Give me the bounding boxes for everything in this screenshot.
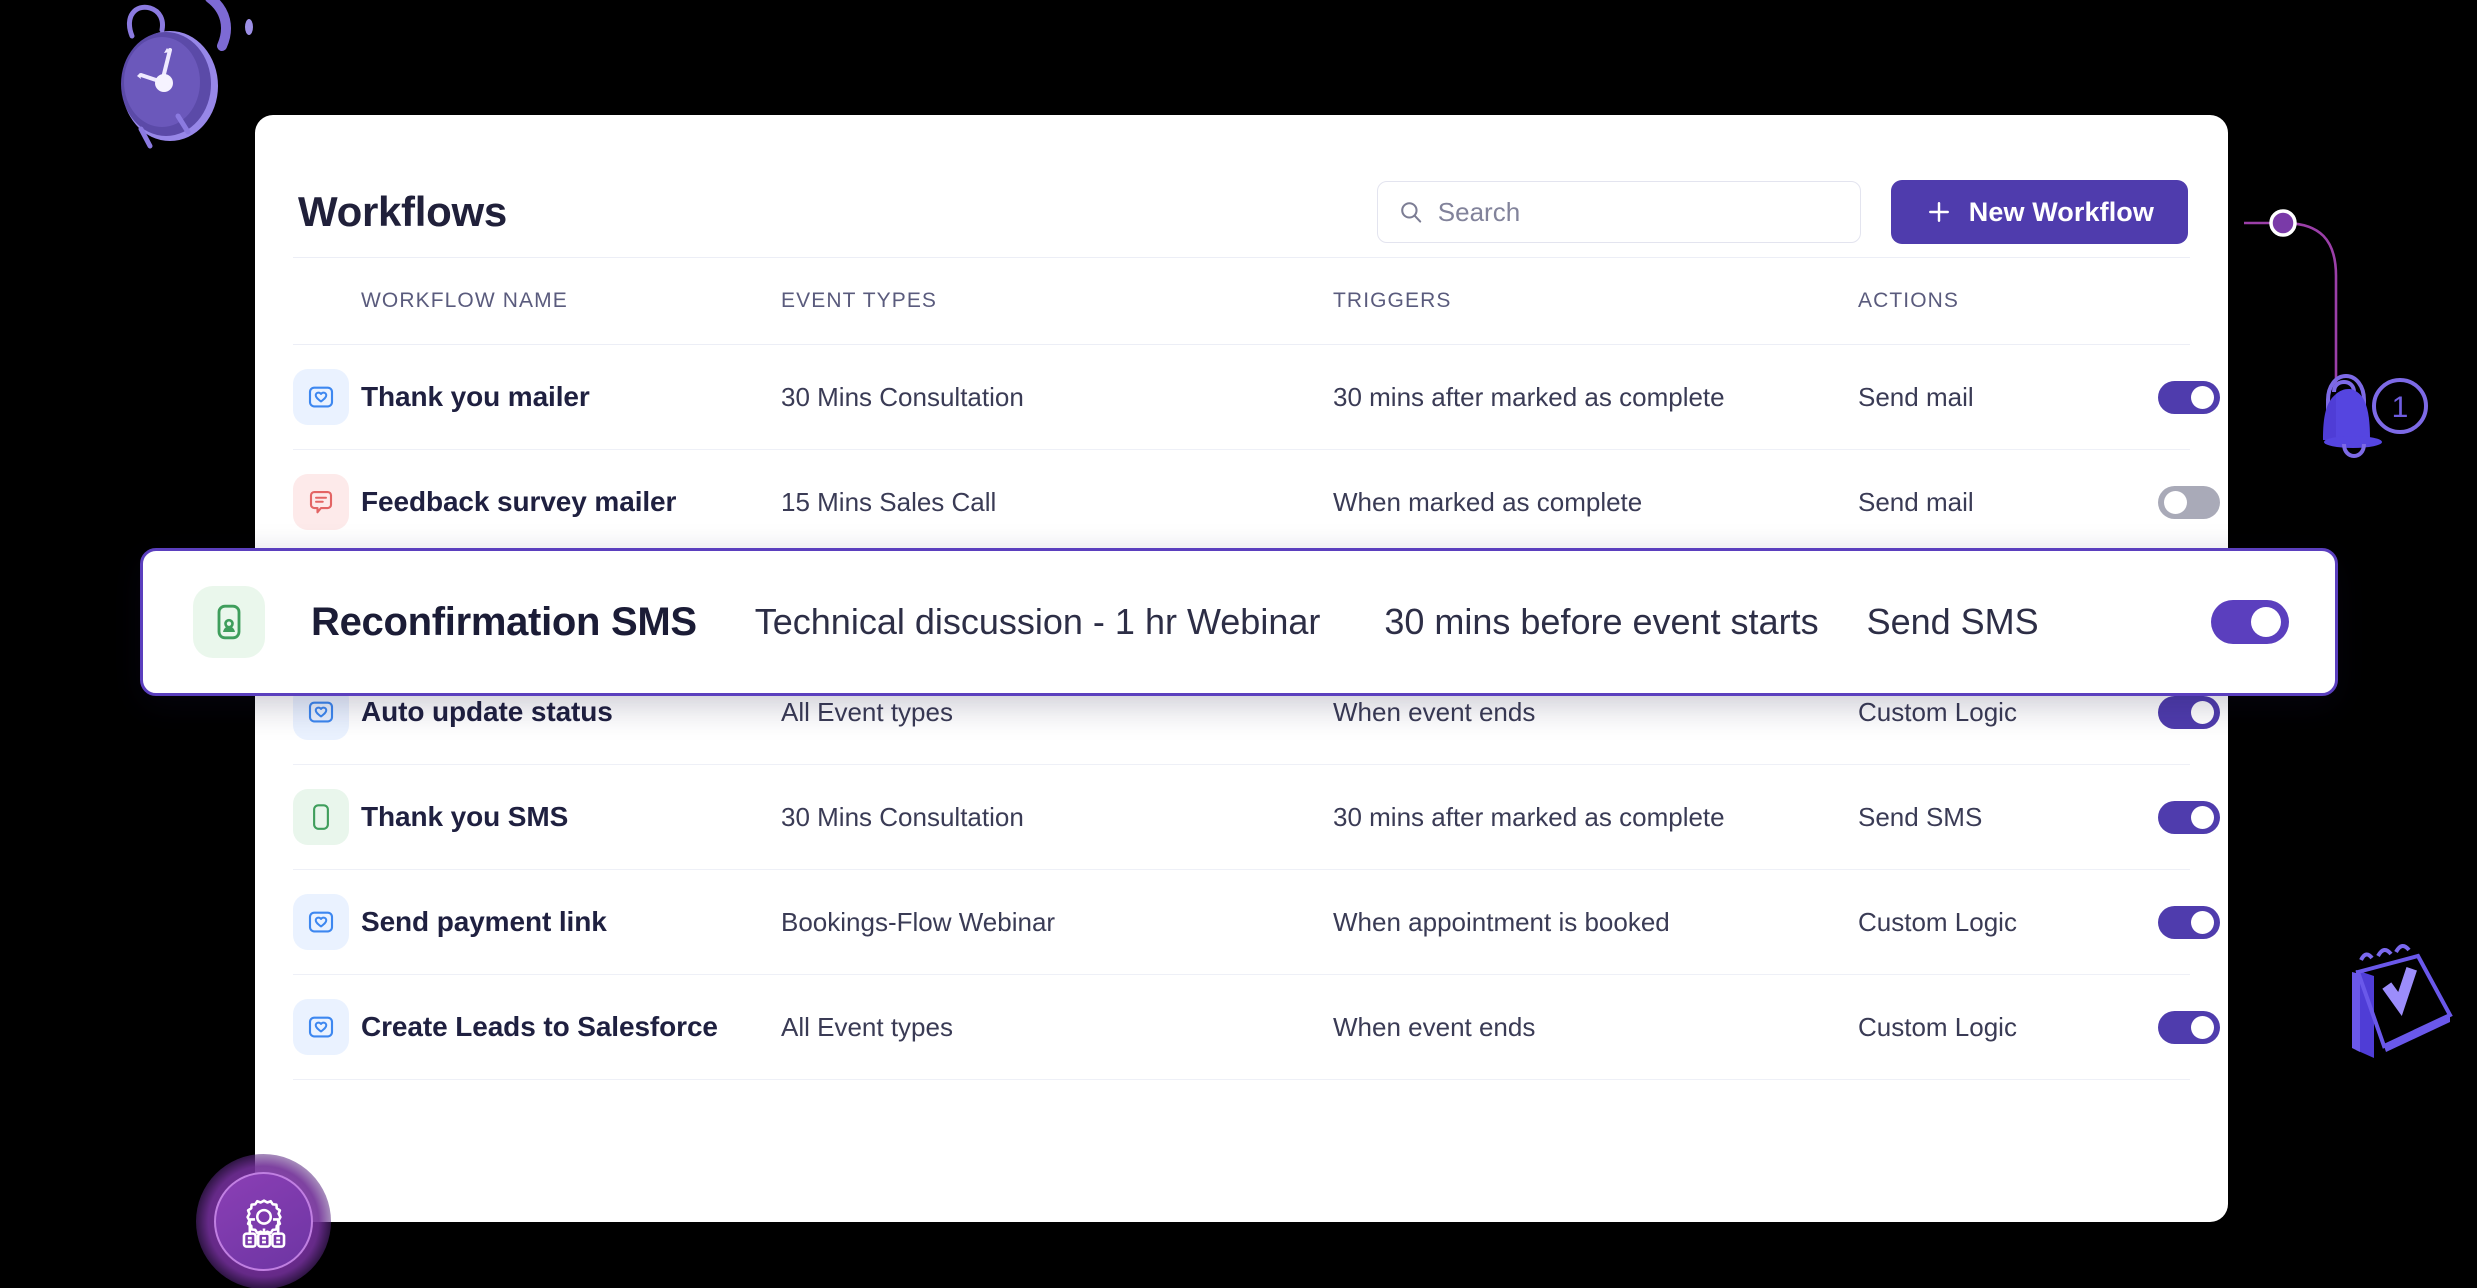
workflow-trigger: When event ends: [1333, 1011, 1536, 1042]
table-row[interactable]: Thank you SMS 30 Mins Consultation 30 mins…: [293, 765, 2220, 870]
table-row[interactable]: Create Leads to Salesforce All Event type…: [293, 975, 2220, 1080]
workflow-enabled-toggle[interactable]: [2158, 905, 2220, 939]
workflow-action: Custom Logic: [1858, 1011, 2017, 1042]
screenshot-root: 1 Workflows Search New Workflow WORKFLOW…: [0, 0, 2477, 1288]
workflow-action: Send SMS: [1858, 801, 1983, 832]
workflow-enabled-toggle[interactable]: [2158, 380, 2220, 414]
workflow-event-type: Bookings-Flow Webinar: [781, 906, 1056, 937]
bell-illustration: 1: [2244, 209, 2428, 459]
column-header-event-types: EVENT TYPES: [781, 289, 938, 312]
search-icon: [1400, 202, 1422, 223]
header-actions: New Workflow: [1376, 180, 2188, 244]
phone-sms-icon-badge: [193, 586, 265, 658]
chat-bubble-icon-badge: [293, 474, 349, 530]
mail-heart-icon-badge: [293, 369, 349, 425]
workflow-event-type: All Event types: [781, 696, 953, 727]
workflow-trigger: When event ends: [1333, 696, 1536, 727]
alarm-clock-illustration: [121, 0, 253, 149]
plus-icon: [1928, 202, 1949, 222]
workflow-action: Send mail: [1858, 486, 1974, 517]
workflow-action: Send mail: [1858, 381, 1974, 412]
highlighted-workflow-row[interactable]: Reconfirmation SMS Technical discussion …: [140, 548, 2338, 696]
page-title: Workflows: [298, 188, 507, 235]
workflow-event-type: 15 Mins Sales Call: [781, 486, 997, 517]
search-input[interactable]: [1437, 182, 1818, 242]
workflow-name: Feedback survey mailer: [361, 486, 677, 517]
workflow-enabled-toggle[interactable]: [2158, 485, 2220, 519]
workflow-gear-icon: [242, 1198, 285, 1248]
workflow-name: Create Leads to Salesforce: [361, 1011, 718, 1042]
search-input-wrapper[interactable]: [1376, 181, 1861, 243]
highlighted-workflow-action: Send SMS: [1866, 601, 2039, 642]
workflow-trigger: 30 mins after marked as complete: [1333, 381, 1725, 412]
workflow-enabled-toggle[interactable]: [2158, 695, 2220, 729]
workflow-enabled-toggle[interactable]: [2158, 800, 2220, 834]
highlighted-workflow-trigger: 30 mins before event starts: [1384, 601, 1819, 642]
bell-badge-count: 1: [2392, 391, 2409, 424]
new-workflow-label: New Workflow: [1968, 196, 2154, 227]
workflow-name: Thank you mailer: [361, 381, 590, 412]
workflow-enabled-toggle[interactable]: [2158, 1010, 2220, 1044]
table-row[interactable]: Thank you mailer 30 Mins Consultation 30 m…: [293, 345, 2220, 450]
phone-icon-badge: [293, 789, 349, 845]
workflow-event-type: 30 Mins Consultation: [781, 801, 1024, 832]
workflow-event-type: All Event types: [781, 1011, 953, 1042]
workflow-name: Send payment link: [361, 906, 607, 937]
workflow-event-type: 30 Mins Consultation: [781, 381, 1024, 412]
column-header-workflow-name: WORKFLOW NAME: [361, 289, 568, 312]
workflow-name: Auto update status: [361, 696, 613, 727]
highlighted-toggle-wrapper: [2211, 600, 2289, 644]
column-header-triggers: TRIGGERS: [1333, 289, 1452, 312]
table-row[interactable]: Feedback survey mailer 15 Mins Sales Call…: [293, 450, 2220, 555]
workflow-gear-badge: [196, 1154, 331, 1288]
table-row[interactable]: Send payment link Bookings-Flow Webinar Wh…: [293, 870, 2220, 975]
highlighted-workflow-name: Reconfirmation SMS: [311, 599, 697, 644]
new-workflow-button[interactable]: New Workflow: [1890, 180, 2188, 244]
mail-heart-icon-badge: [293, 999, 349, 1055]
mail-heart-icon-badge: [293, 894, 349, 950]
workflow-action: Custom Logic: [1858, 906, 2017, 937]
workflow-trigger: When marked as complete: [1333, 486, 1643, 517]
workflow-trigger: When appointment is booked: [1333, 906, 1670, 937]
table-body: Thank you mailer 30 Mins Consultation 30 m…: [293, 345, 2220, 1080]
highlighted-workflow-toggle[interactable]: [2211, 600, 2289, 644]
workflow-action: Custom Logic: [1858, 696, 2017, 727]
table-header-row: WORKFLOW NAME EVENT TYPES TRIGGERS ACTIO…: [293, 257, 2190, 345]
workflow-name: Thank you SMS: [361, 801, 569, 832]
column-header-actions: ACTIONS: [1858, 289, 1960, 312]
phone-sms-icon: [217, 604, 241, 640]
card-header: Workflows New Workflow: [255, 115, 2228, 257]
workflow-trigger: 30 mins after marked as complete: [1333, 801, 1725, 832]
highlighted-workflow-event: Technical discussion - 1 hr Webinar: [754, 601, 1321, 642]
calendar-check-illustration: [2352, 944, 2453, 1058]
